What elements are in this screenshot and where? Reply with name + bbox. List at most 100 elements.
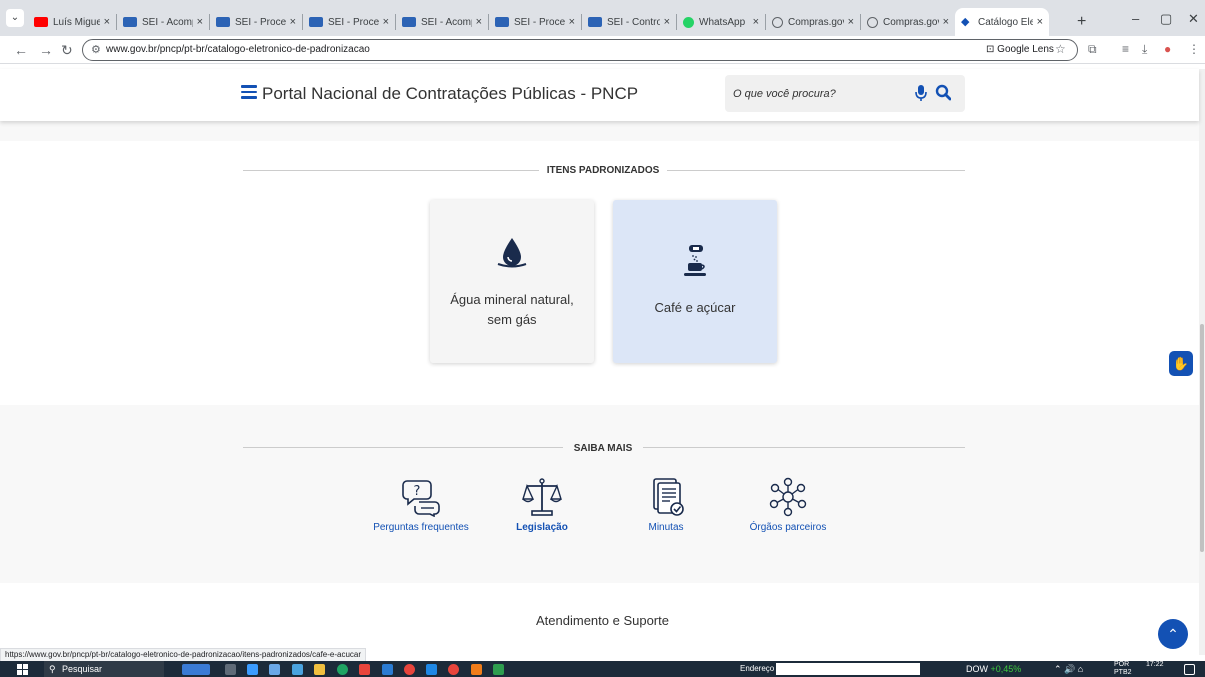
browser-tabstrip: ⌄ Luís Miguel Co× SEI - Acompan × SEI - Pro… — [0, 0, 1205, 36]
reading-list-icon[interactable]: ≡ — [1122, 42, 1129, 56]
divider — [667, 170, 965, 171]
link-perguntas-frequentes[interactable]: ? Perguntas frequentes — [366, 477, 476, 533]
language-indicator[interactable]: POR PTB2 — [1114, 661, 1132, 677]
tab-close-icon[interactable]: × — [104, 16, 110, 28]
faq-icon: ? — [402, 480, 440, 518]
hamburger-menu-icon[interactable] — [241, 85, 257, 99]
back-button[interactable]: ← — [14, 42, 28, 58]
tab-close-icon[interactable]: × — [664, 16, 670, 28]
card-cafe-acucar[interactable]: Café e açúcar — [613, 200, 777, 363]
tab-close-icon[interactable]: × — [290, 16, 296, 28]
portal-title[interactable]: Portal Nacional de Contratações Públicas… — [262, 84, 638, 104]
tab-close-icon[interactable]: × — [753, 16, 759, 28]
pncp-icon: ◆ — [961, 16, 970, 28]
word-icon[interactable] — [382, 664, 393, 675]
browser-tab[interactable]: Luís Miguel Co × — [28, 8, 116, 36]
browser-tab[interactable]: SEI - Acompan × — [396, 8, 488, 36]
coffee-sugar-icon — [684, 245, 706, 276]
tab-title: SEI - Acompan — [421, 16, 472, 28]
taskbar-search[interactable]: ⚲ Pesquisar — [44, 661, 164, 677]
browser-tab[interactable]: SEI - Processo × — [210, 8, 302, 36]
divider — [243, 170, 539, 171]
divider — [243, 447, 563, 448]
page-scrollbar[interactable] — [1199, 69, 1205, 655]
tab-close-icon[interactable]: × — [197, 16, 203, 28]
sign-language-hand-icon: ✋ — [1172, 356, 1190, 371]
task-view-icon[interactable] — [225, 664, 236, 675]
stock-ticker[interactable]: DOW +0,45% — [966, 664, 1021, 674]
extensions-icon[interactable]: ⧉ — [1088, 42, 1097, 57]
google-lens-button[interactable]: ⊡ Google Lens — [986, 44, 1054, 55]
taskbar-app-icon[interactable] — [269, 664, 280, 675]
bookmark-star-icon[interactable]: ☆ — [1055, 42, 1066, 56]
back-to-top-button[interactable]: ⌃ — [1158, 619, 1188, 649]
browser-tab[interactable]: WhatsApp × — [677, 8, 765, 36]
forward-button[interactable]: → — [39, 42, 53, 58]
profile-avatar-icon[interactable]: ● — [1164, 42, 1171, 56]
edge-icon[interactable] — [337, 664, 348, 675]
system-tray-icons[interactable]: ⌃ 🔊 ⌂ — [1054, 664, 1083, 675]
taskbar-widget-icon[interactable] — [182, 664, 210, 675]
search-icon[interactable] — [935, 84, 951, 102]
youtube-icon — [34, 17, 48, 27]
excel-icon[interactable] — [493, 664, 504, 675]
file-explorer-icon[interactable] — [314, 664, 325, 675]
minimize-button[interactable]: – — [1132, 11, 1139, 26]
mail-icon[interactable] — [292, 664, 303, 675]
tab-close-icon[interactable]: × — [569, 16, 575, 28]
water-drop-icon — [497, 238, 527, 268]
tab-search-button[interactable]: ⌄ — [6, 9, 24, 27]
sei-icon — [123, 17, 137, 27]
download-icon[interactable]: ⤓ — [1142, 42, 1147, 57]
vlibras-accessibility-button[interactable]: ✋ — [1169, 351, 1193, 376]
browser-tab[interactable]: Compras.gov.b × — [766, 8, 860, 36]
lens-icon: ⊡ — [986, 44, 998, 55]
tab-close-icon[interactable]: × — [848, 16, 854, 28]
browser-menu-icon[interactable]: ⋮ — [1188, 42, 1200, 56]
new-tab-button[interactable]: + — [1077, 13, 1086, 31]
scales-icon — [522, 478, 562, 516]
search-input[interactable]: O que você procura? — [725, 75, 965, 112]
card-label-line2: sem gás — [487, 312, 537, 327]
tab-title: SEI - Processo — [235, 16, 286, 28]
divider — [643, 447, 965, 448]
saiba-label: Órgãos parceiros — [749, 522, 827, 533]
notifications-icon[interactable] — [1184, 664, 1195, 675]
tab-close-icon[interactable]: × — [1037, 16, 1043, 28]
sei-icon — [216, 17, 230, 27]
site-info-icon[interactable]: ⚙ — [91, 43, 101, 56]
reload-button[interactable]: ↻ — [61, 42, 73, 59]
tab-close-icon[interactable]: × — [383, 16, 389, 28]
browser-tab[interactable]: SEI - Controle × — [582, 8, 676, 36]
address-toolbar-input[interactable] — [776, 663, 920, 675]
link-legislacao[interactable]: Legislação — [505, 477, 579, 533]
tab-close-icon[interactable]: × — [943, 16, 949, 28]
chrome-icon[interactable] — [404, 664, 415, 675]
browser-tab[interactable]: SEI - Processo × — [303, 8, 395, 36]
card-agua-mineral[interactable]: Água mineral natural, sem gás — [430, 200, 594, 363]
maximize-button[interactable]: ▢ — [1160, 11, 1172, 27]
tab-list: Luís Miguel Co× SEI - Acompan × SEI - Proce… — [28, 8, 1049, 36]
internet-explorer-icon[interactable] — [426, 664, 437, 675]
scrollbar-thumb[interactable] — [1200, 324, 1204, 552]
chrome-icon[interactable] — [448, 664, 459, 675]
browser-tab[interactable]: Compras.gov.b × — [861, 8, 955, 36]
gov-icon — [867, 16, 878, 28]
close-window-button[interactable]: ✕ — [1188, 11, 1199, 27]
taskbar-app-icon[interactable] — [247, 664, 258, 675]
browser-tab[interactable]: ◆ Catálogo Eletr × — [955, 8, 1049, 36]
address-bar[interactable]: ⚙ www.gov.br/pncp/pt-br/catalogo-eletron… — [82, 39, 1078, 61]
windows-start-icon[interactable] — [17, 664, 28, 675]
header-separator-band — [0, 121, 1199, 141]
clock[interactable]: 17:22 — [1146, 661, 1164, 669]
link-minutas[interactable]: Minutas — [629, 477, 703, 533]
tab-close-icon[interactable]: × — [476, 16, 482, 28]
browser-tab[interactable]: SEI - Processo × — [489, 8, 581, 36]
microphone-icon[interactable] — [915, 84, 927, 102]
sei-icon — [402, 17, 416, 27]
sei-icon — [495, 17, 509, 27]
browser-tab[interactable]: SEI - Acompan × — [117, 8, 209, 36]
link-orgaos-parceiros[interactable]: Órgãos parceiros — [740, 477, 836, 533]
taskbar-app-icon[interactable] — [471, 664, 482, 675]
taskbar-app-icon[interactable] — [359, 664, 370, 675]
